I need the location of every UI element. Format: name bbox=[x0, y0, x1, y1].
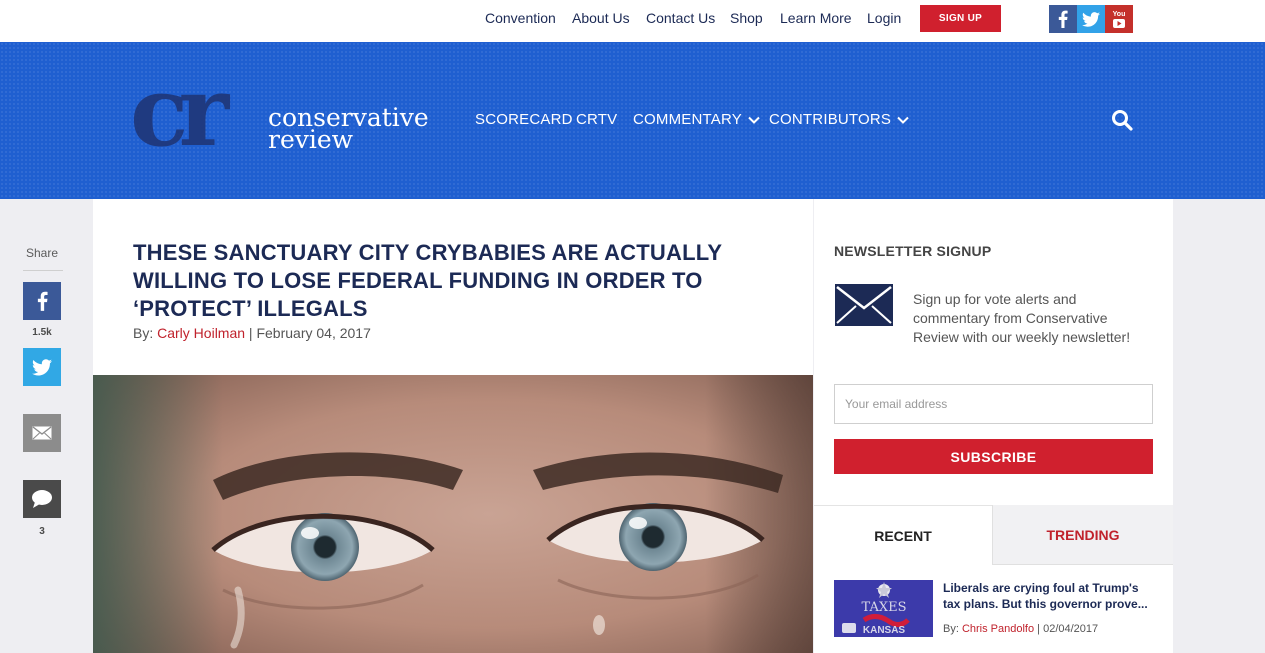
nav-contributors[interactable]: CONTRIBUTORS bbox=[769, 111, 909, 128]
share-comment-button[interactable] bbox=[23, 480, 61, 518]
facebook-share-count: 1.5k bbox=[32, 327, 52, 338]
logo-mark[interactable]: cr bbox=[130, 64, 229, 160]
twitter-icon bbox=[32, 358, 52, 375]
thumb-text-bottom: KANSAS bbox=[863, 625, 906, 636]
facebook-icon[interactable] bbox=[1049, 5, 1077, 33]
nav-crtv[interactable]: CRTV bbox=[576, 111, 617, 128]
top-utility-bar: Convention About Us Contact Us Shop Lear… bbox=[0, 0, 1265, 42]
article-headline: THESE SANCTUARY CITY CRYBABIES ARE ACTUA… bbox=[133, 240, 722, 321]
signup-button[interactable]: SIGN UP bbox=[920, 5, 1001, 32]
share-twitter-button[interactable] bbox=[23, 348, 61, 386]
logo-wordmark[interactable]: conservative review bbox=[268, 105, 429, 152]
nav-link-shop[interactable]: Shop bbox=[730, 10, 763, 26]
story-title-link[interactable]: Liberals are crying foul at Trump's tax … bbox=[943, 580, 1153, 612]
story-byline-prefix: By: bbox=[943, 623, 962, 635]
article-byline: By: Carly Hoilman | February 04, 2017 bbox=[133, 325, 371, 341]
thumb-text-top: TAXES bbox=[862, 600, 907, 615]
nav-link-convention[interactable]: Convention bbox=[485, 10, 556, 26]
newsletter-description: Sign up for vote alerts and commentary f… bbox=[913, 291, 1131, 345]
envelope-icon bbox=[835, 284, 893, 326]
search-icon[interactable] bbox=[1111, 109, 1135, 133]
story-date: 02/04/2017 bbox=[1043, 623, 1099, 635]
nav-commentary[interactable]: COMMENTARY bbox=[633, 111, 760, 128]
story-byline: By: Chris Pandolfo | 02/04/2017 bbox=[943, 623, 1098, 635]
twitter-icon[interactable] bbox=[1077, 5, 1105, 33]
sidebar: NEWSLETTER SIGNUP Sign up for vote alert… bbox=[814, 199, 1173, 653]
share-label: Share bbox=[25, 246, 59, 260]
site-header: cr conservative review SCORECARD CRTV CO… bbox=[0, 42, 1265, 199]
share-facebook-button[interactable] bbox=[23, 282, 61, 320]
email-icon bbox=[32, 426, 52, 440]
story-author-link[interactable]: Chris Pandolfo bbox=[962, 623, 1034, 635]
facebook-icon bbox=[37, 291, 48, 311]
email-input[interactable] bbox=[834, 384, 1153, 424]
share-divider bbox=[23, 270, 63, 271]
article-hero-image bbox=[93, 375, 813, 653]
newsletter-title: NEWSLETTER SIGNUP bbox=[834, 243, 992, 259]
youtube-icon-text: You bbox=[1112, 10, 1126, 18]
nav-link-login[interactable]: Login bbox=[867, 10, 901, 26]
story-byline-separator: | bbox=[1034, 623, 1044, 635]
nav-link-learn-more[interactable]: Learn More bbox=[780, 10, 852, 26]
tab-trending[interactable]: TRENDING bbox=[992, 505, 1173, 565]
story-tabs: RECENT TRENDING bbox=[814, 505, 1173, 565]
nav-link-contact-us[interactable]: Contact Us bbox=[646, 10, 715, 26]
youtube-icon[interactable]: You bbox=[1105, 5, 1133, 33]
nav-scorecard-label: SCORECARD bbox=[475, 111, 573, 128]
chevron-down-icon bbox=[897, 116, 909, 124]
nav-commentary-label: COMMENTARY bbox=[633, 111, 742, 128]
comment-count: 3 bbox=[39, 526, 45, 537]
nav-link-about-us[interactable]: About Us bbox=[572, 10, 630, 26]
comment-icon bbox=[32, 490, 52, 508]
subscribe-button[interactable]: SUBSCRIBE bbox=[834, 439, 1153, 474]
byline-separator: | bbox=[245, 325, 257, 341]
list-item: TAXES KANSAS Liberals are crying foul at… bbox=[834, 580, 1153, 640]
article-main: THESE SANCTUARY CITY CRYBABIES ARE ACTUA… bbox=[93, 199, 813, 653]
story-thumbnail[interactable]: TAXES KANSAS bbox=[834, 580, 933, 637]
article-author-link[interactable]: Carly Hoilman bbox=[157, 325, 245, 341]
tab-recent[interactable]: RECENT bbox=[814, 505, 992, 565]
byline-prefix: By: bbox=[133, 325, 158, 341]
article-date: February 04, 2017 bbox=[256, 325, 371, 341]
nav-scorecard[interactable]: SCORECARD bbox=[475, 111, 573, 128]
nav-crtv-label: CRTV bbox=[576, 111, 618, 128]
share-email-button[interactable] bbox=[23, 414, 61, 452]
nav-contributors-label: CONTRIBUTORS bbox=[769, 111, 892, 128]
chevron-down-icon bbox=[748, 116, 760, 124]
